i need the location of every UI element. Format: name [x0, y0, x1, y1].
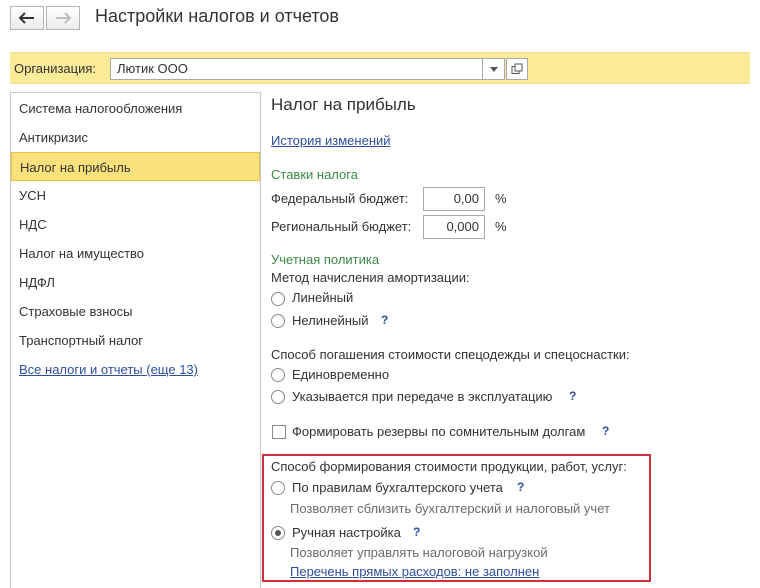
- help-icon[interactable]: ?: [381, 313, 388, 327]
- organization-open-button[interactable]: [506, 58, 528, 80]
- workwear-method-label: Способ погашения стоимости спецодежды и …: [271, 347, 630, 362]
- help-icon[interactable]: ?: [602, 424, 609, 438]
- window-title: Настройки налогов и отчетов: [95, 6, 339, 26]
- cost-accounting-rules-hint: Позволяет сблизить бухгалтерский и налог…: [290, 501, 610, 516]
- depreciation-linear-label[interactable]: Линейный: [292, 290, 353, 305]
- page-title: Налог на прибыль: [271, 95, 416, 114]
- depreciation-linear-radio[interactable]: [271, 292, 285, 306]
- organization-dropdown-button[interactable]: [483, 58, 505, 80]
- sidebar-item-ndfl[interactable]: НДФЛ: [11, 268, 260, 297]
- cost-formation-label: Способ формирования стоимости продукции,…: [271, 459, 627, 474]
- federal-percent-sign: %: [495, 191, 507, 206]
- chevron-down-icon: [489, 66, 498, 72]
- back-button[interactable]: [10, 6, 44, 30]
- cost-manual-label[interactable]: Ручная настройка: [292, 525, 401, 540]
- sidebar-item-insurance[interactable]: Страховые взносы: [11, 297, 260, 326]
- depreciation-method-label: Метод начисления амортизации:: [271, 270, 470, 285]
- federal-budget-label: Федеральный бюджет:: [271, 191, 409, 206]
- regional-budget-label: Региональный бюджет:: [271, 219, 412, 234]
- direct-costs-link[interactable]: Перечень прямых расходов: не заполнен: [290, 564, 539, 579]
- regional-rate-input[interactable]: 0,000: [423, 215, 485, 239]
- help-icon[interactable]: ?: [413, 525, 420, 539]
- sidebar-item-property-tax[interactable]: Налог на имущество: [11, 239, 260, 268]
- help-icon[interactable]: ?: [569, 389, 576, 403]
- workwear-onetime-label[interactable]: Единовременно: [292, 367, 389, 382]
- workwear-on-transfer-label[interactable]: Указывается при передаче в эксплуатацию: [292, 389, 552, 404]
- doubtful-debts-reserve-label[interactable]: Формировать резервы по сомнительным долг…: [292, 424, 585, 439]
- depreciation-nonlinear-radio[interactable]: [271, 314, 285, 328]
- all-taxes-link-text[interactable]: Все налоги и отчеты (еще 13): [19, 362, 198, 377]
- cost-accounting-rules-label[interactable]: По правилам бухгалтерского учета: [292, 480, 503, 495]
- depreciation-nonlinear-label[interactable]: Нелинейный: [292, 313, 369, 328]
- sidebar-item-transport-tax[interactable]: Транспортный налог: [11, 326, 260, 355]
- doubtful-debts-reserve-checkbox[interactable]: [272, 425, 286, 439]
- sidebar-all-taxes-link[interactable]: Все налоги и отчеты (еще 13): [11, 355, 260, 384]
- regional-percent-sign: %: [495, 219, 507, 234]
- workwear-onetime-radio[interactable]: [271, 368, 285, 382]
- cost-manual-radio[interactable]: [271, 526, 285, 540]
- organization-bar: Организация: Лютик ООО: [10, 52, 750, 84]
- cost-manual-hint: Позволяет управлять налоговой нагрузкой: [290, 545, 548, 560]
- sidebar-item-usn[interactable]: УСН: [11, 181, 260, 210]
- sidebar-item-anticrisis[interactable]: Антикризис: [11, 123, 260, 152]
- federal-rate-input[interactable]: 0,00: [423, 187, 485, 211]
- arrow-right-icon: [56, 12, 71, 24]
- sidebar-item-tax-system[interactable]: Система налогообложения: [11, 94, 260, 123]
- history-link[interactable]: История изменений: [271, 133, 391, 148]
- organization-input[interactable]: Лютик ООО: [110, 58, 483, 80]
- sidebar-item-vat[interactable]: НДС: [11, 210, 260, 239]
- arrow-left-icon: [19, 12, 34, 24]
- help-icon[interactable]: ?: [517, 480, 524, 494]
- cost-accounting-rules-radio[interactable]: [271, 481, 285, 495]
- sidebar-item-profit-tax[interactable]: Налог на прибыль: [11, 152, 260, 181]
- open-window-icon: [511, 63, 523, 74]
- organization-label: Организация:: [14, 61, 97, 76]
- policy-heading: Учетная политика: [271, 252, 380, 267]
- forward-button[interactable]: [46, 6, 80, 30]
- sidebar: Система налогообложения Антикризис Налог…: [10, 92, 261, 588]
- rates-heading: Ставки налога: [271, 167, 358, 182]
- workwear-on-transfer-radio[interactable]: [271, 390, 285, 404]
